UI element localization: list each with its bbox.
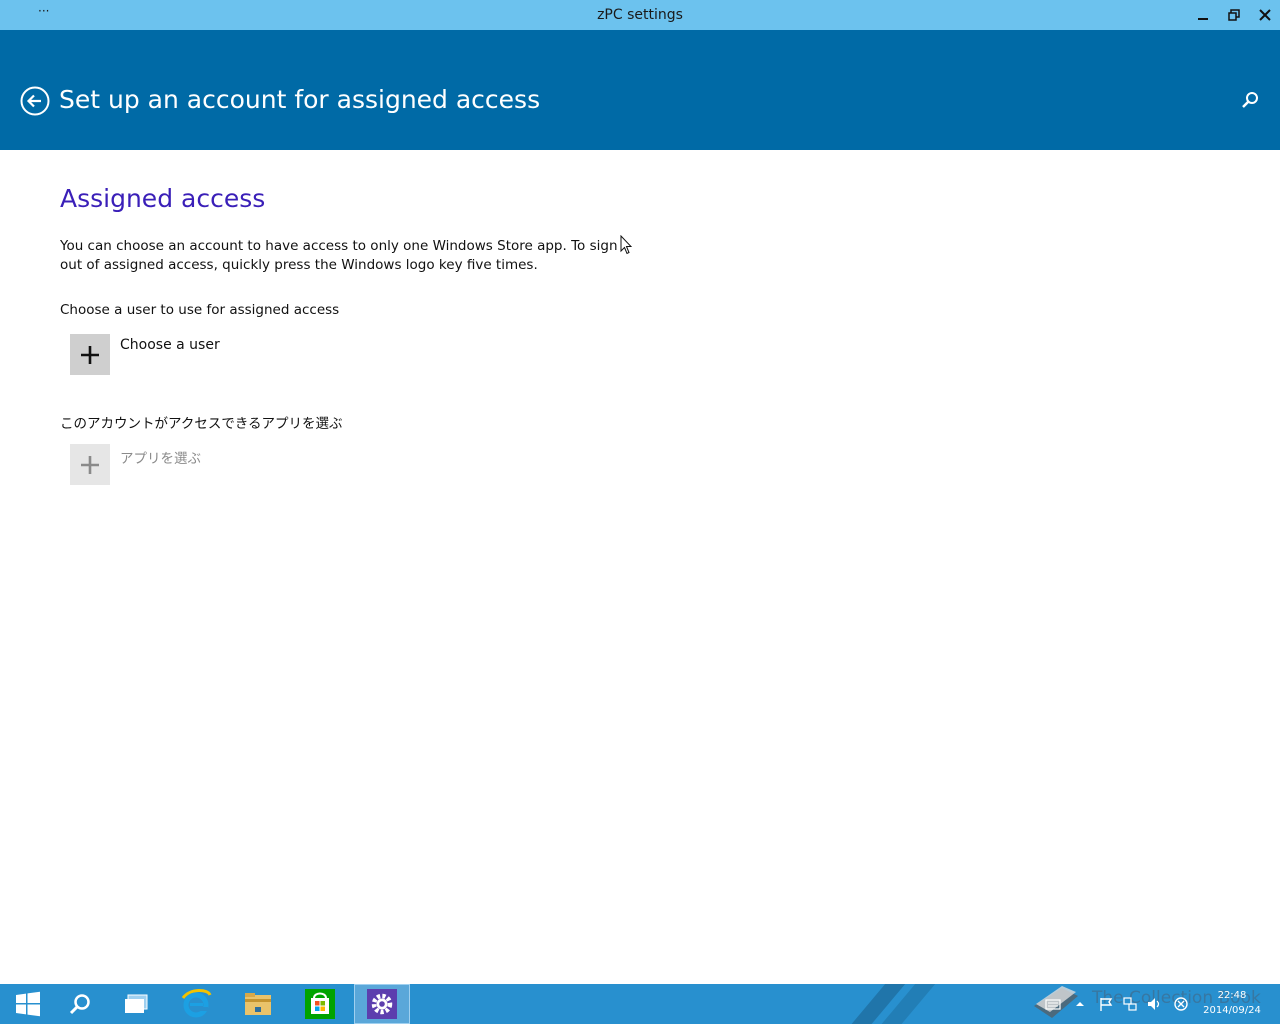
description-text: You can choose an account to have access…	[60, 238, 618, 273]
minimize-button[interactable]	[1188, 0, 1218, 30]
page-header: Set up an account for assigned access	[0, 30, 1280, 150]
clock-date: 2014/09/24	[1203, 1005, 1261, 1016]
start-icon	[16, 991, 40, 1017]
plus-icon	[81, 455, 99, 474]
taskbar: The Collection Book 22:48 2014/09/24	[0, 984, 1280, 1024]
title-bar: ··· zPC settings	[0, 0, 1280, 30]
task-view-button[interactable]	[108, 984, 164, 1024]
internet-explorer-icon	[181, 989, 212, 1018]
network-icon[interactable]	[1122, 996, 1138, 1012]
back-arrow-icon[interactable]	[20, 86, 50, 116]
search-icon	[69, 994, 90, 1015]
task-view-icon	[125, 994, 148, 1013]
search-icon[interactable]	[1240, 90, 1260, 110]
window-title: zPC settings	[597, 7, 683, 23]
search-button[interactable]	[52, 984, 108, 1024]
clock-time: 22:48	[1217, 990, 1247, 1001]
keyboard-icon[interactable]	[1045, 996, 1061, 1012]
close-button[interactable]	[1250, 0, 1280, 30]
choose-user-button[interactable]	[70, 334, 110, 375]
chevron-up-icon[interactable]	[1072, 996, 1088, 1012]
flag-icon[interactable]	[1098, 996, 1114, 1012]
settings-icon	[367, 989, 397, 1019]
minimize-icon	[1198, 18, 1208, 20]
start-button[interactable]	[0, 984, 56, 1024]
choose-app-heading: このアカウントがアクセスできるアプリを選ぶ	[60, 416, 343, 432]
close-icon	[1259, 9, 1271, 21]
internet-explorer-button[interactable]	[168, 984, 224, 1024]
file-explorer-icon	[245, 993, 271, 1015]
restore-button[interactable]	[1219, 0, 1249, 30]
mouse-cursor-icon	[620, 235, 632, 255]
settings-button[interactable]	[354, 984, 410, 1024]
choose-app-label[interactable]: アプリを選ぶ	[120, 447, 201, 467]
store-button[interactable]	[292, 984, 348, 1024]
restore-icon	[1228, 9, 1240, 21]
section-title: Assigned access	[60, 184, 266, 213]
notification-icon[interactable]	[1173, 996, 1189, 1012]
choose-user-heading: Choose a user to use for assigned access	[60, 302, 340, 318]
plus-icon	[81, 345, 99, 364]
file-explorer-button[interactable]	[230, 984, 286, 1024]
store-icon	[305, 989, 335, 1019]
choose-app-button[interactable]	[70, 444, 110, 485]
page-title: Set up an account for assigned access	[59, 85, 541, 114]
clock[interactable]: 22:48 2014/09/24	[1200, 988, 1264, 1018]
choose-user-label[interactable]: Choose a user	[120, 337, 220, 353]
volume-icon[interactable]	[1146, 996, 1162, 1012]
